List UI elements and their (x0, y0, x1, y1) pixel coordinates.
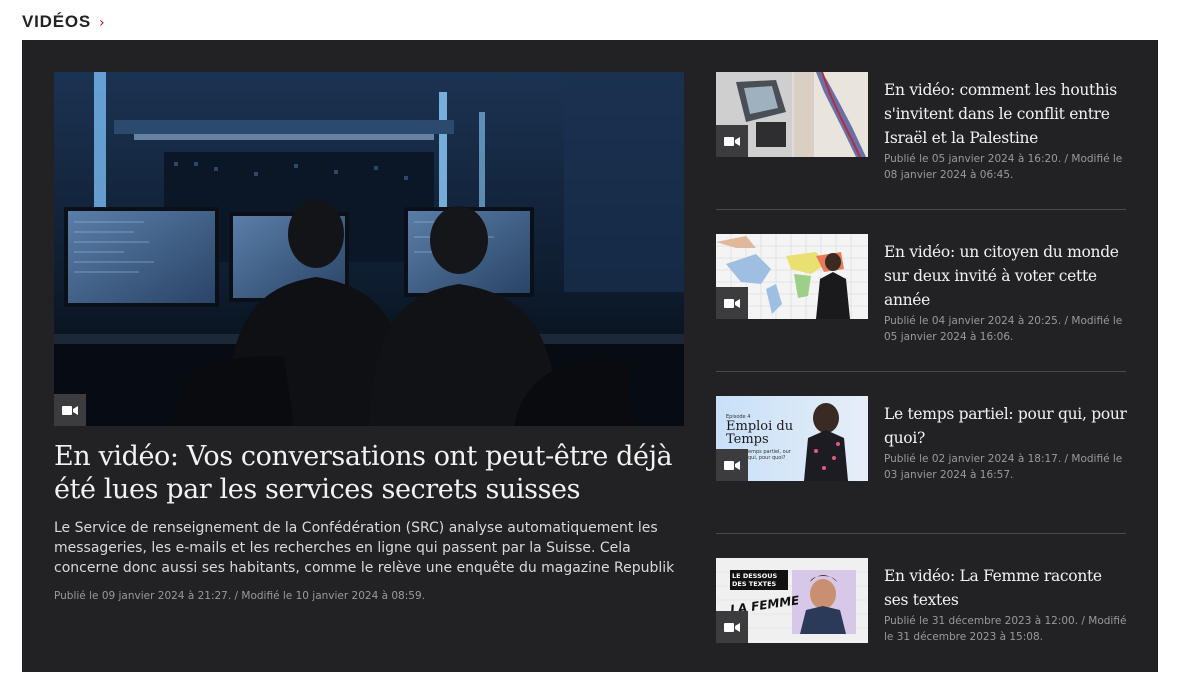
thumbnail-series-text: LE DESSOUS DES TEXTES (732, 572, 778, 588)
video-thumbnail-houthis[interactable] (716, 72, 868, 157)
list-item-meta: Publié le 31 décembre 2023 à 12:00. / Mo… (884, 615, 1127, 643)
featured-video-description: Le Service de renseignement de la Conféd… (54, 520, 675, 576)
video-camera-icon (716, 125, 748, 157)
list-item-title[interactable]: Le temps partiel: pour qui, pour quoi? (884, 402, 1128, 450)
video-camera-icon (54, 394, 86, 426)
list-item-title[interactable]: En vidéo: La Femme raconte ses textes (884, 564, 1128, 612)
list-item: En vidéo: comment les houthis s'invitent… (716, 72, 1126, 210)
list-item-title[interactable]: En vidéo: comment les houthis s'invitent… (884, 78, 1128, 150)
list-item-meta: Publié le 04 janvier 2024 à 20:25. / Mod… (884, 315, 1123, 343)
server-room-image (54, 72, 684, 426)
chevron-right-icon: › (99, 14, 105, 31)
section-header-link[interactable]: VIDÉOS › (22, 12, 105, 32)
list-item-text: En vidéo: un citoyen du monde sur deux i… (884, 240, 1128, 345)
video-thumbnail-la-femme[interactable]: LE DESSOUS DES TEXTES LA FEMME (716, 558, 868, 643)
featured-video-meta: Publié le 09 janvier 2024 à 21:27. / Mod… (54, 590, 425, 602)
featured-video-thumbnail[interactable] (54, 72, 684, 426)
thumbnail-series-label: LE DESSOUS DES TEXTES (730, 570, 788, 590)
list-item-text: En vidéo: La Femme raconte ses textes Pu… (884, 564, 1128, 645)
video-thumbnail-temps-partiel[interactable]: Episode 4 Emploi du Temps emps partiel, … (716, 396, 868, 481)
list-item-text: En vidéo: comment les houthis s'invitent… (884, 78, 1128, 183)
list-item: Episode 4 Emploi du Temps emps partiel, … (716, 396, 1128, 534)
videos-panel: En vidéo: Vos conversations ont peut-êtr… (22, 40, 1158, 672)
list-item: LE DESSOUS DES TEXTES LA FEMME En vidéo:… (716, 558, 1126, 696)
thumbnail-sub-label: emps partiel, our qui, pour quoi? (748, 449, 791, 461)
video-thumbnail-citoyen[interactable] (716, 234, 868, 319)
video-camera-icon (716, 449, 748, 481)
list-item-title[interactable]: En vidéo: un citoyen du monde sur deux i… (884, 240, 1128, 312)
video-camera-icon (716, 287, 748, 319)
featured-video-title[interactable]: En vidéo: Vos conversations ont peut-êtr… (54, 440, 684, 506)
list-item: En vidéo: un citoyen du monde sur deux i… (716, 234, 1126, 372)
list-item-meta: Publié le 02 janvier 2024 à 18:17. / Mod… (884, 453, 1123, 481)
featured-video: En vidéo: Vos conversations ont peut-êtr… (54, 72, 684, 604)
video-list: En vidéo: comment les houthis s'invitent… (716, 72, 1128, 696)
list-item-meta: Publié le 05 janvier 2024 à 16:20. / Mod… (884, 153, 1123, 181)
thumbnail-title-label: Emploi du Temps (726, 419, 794, 447)
video-camera-icon (716, 611, 748, 643)
section-title: VIDÉOS (22, 12, 92, 31)
list-item-text: Le temps partiel: pour qui, pour quoi? P… (884, 402, 1128, 483)
